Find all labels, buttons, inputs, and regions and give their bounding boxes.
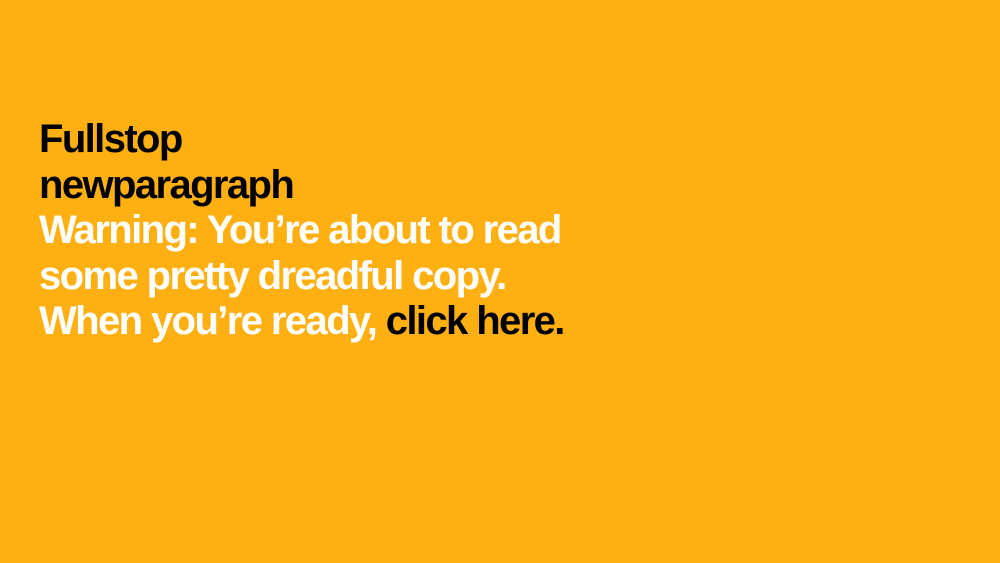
intro-copy: Fullstop newparagraph Warning: You’re ab… — [39, 117, 566, 345]
warning-text-line-2: some pretty dreadful copy. — [39, 253, 507, 298]
brand-title: Fullstop — [39, 117, 183, 161]
brand-subtitle: newparagraph — [39, 162, 295, 207]
warning-text-line-1: Warning: You’re about to read — [39, 208, 562, 252]
click-here-link[interactable]: click here. — [386, 299, 566, 343]
ready-text: When you’re ready, — [39, 299, 378, 343]
ready-text-line: When you’re ready, click here. — [39, 299, 566, 345]
